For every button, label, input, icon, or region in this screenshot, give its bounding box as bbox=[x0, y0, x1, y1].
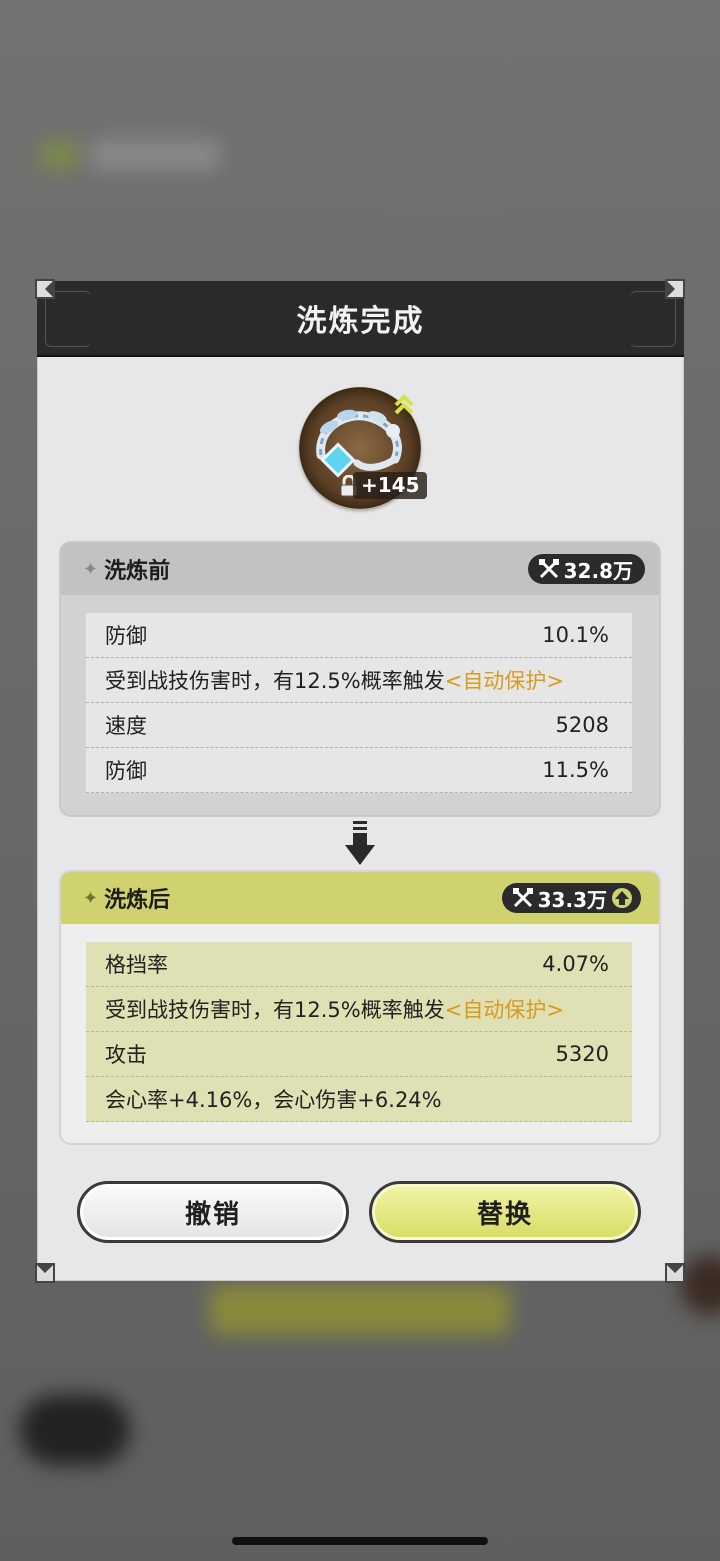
attribute-label: 受到战技伤害时，有12.5%概率触发 bbox=[105, 669, 445, 693]
attribute-row: 受到战技伤害时，有12.5%概率触发<自动保护> bbox=[86, 658, 632, 703]
attribute-value: 5320 bbox=[555, 1042, 609, 1066]
dialog-header: 洗炼完成 bbox=[37, 281, 684, 357]
bg-blur bbox=[20, 1395, 130, 1465]
attribute-row: 格挡率 4.07% bbox=[86, 942, 632, 987]
attribute-value: 10.1% bbox=[542, 623, 609, 647]
auto-protect-link[interactable]: <自动保护> bbox=[445, 998, 564, 1022]
power-value: 33.3万 bbox=[537, 887, 607, 912]
sparkle-icon: ✦ bbox=[83, 887, 99, 909]
attribute-label: 会心率+4.16%，会心伤害+6.24% bbox=[105, 1088, 442, 1112]
panel-title: 洗炼后 bbox=[104, 888, 171, 913]
upgrade-arrow-icon bbox=[393, 393, 415, 417]
panel-header: ✦ 洗炼前 32.8万 bbox=[61, 543, 659, 595]
attribute-label: 格挡率 bbox=[105, 953, 168, 977]
corner-ornament-icon bbox=[664, 278, 686, 300]
sparkle-icon: ✦ bbox=[83, 558, 99, 580]
attribute-row: 会心率+4.16%，会心伤害+6.24% bbox=[86, 1077, 632, 1122]
refine-result-dialog: 洗炼完成 +145 ✦ 洗炼前 32.8万 防御 10.1% 受到战技伤害时，有… bbox=[37, 281, 684, 1281]
bg-blur bbox=[680, 1255, 720, 1315]
attribute-label: 攻击 bbox=[105, 1043, 147, 1067]
after-refine-panel: ✦ 洗炼后 33.3万 格挡率 4.07% 受到战技伤害时，有12.5%概率触发… bbox=[61, 872, 659, 1143]
auto-protect-link[interactable]: <自动保护> bbox=[445, 669, 564, 693]
attribute-value: 5208 bbox=[555, 713, 609, 737]
power-value: 32.8万 bbox=[563, 558, 633, 583]
attribute-row: 速度 5208 bbox=[86, 703, 632, 748]
dialog-title: 洗炼完成 bbox=[296, 304, 425, 339]
corner-ornament-icon bbox=[34, 1262, 56, 1284]
panel-title: 洗炼前 bbox=[104, 559, 171, 584]
power-badge: 33.3万 bbox=[501, 883, 641, 913]
attribute-value: 4.07% bbox=[542, 952, 609, 976]
attribute-list: 防御 10.1% 受到战技伤害时，有12.5%概率触发<自动保护> 速度 520… bbox=[86, 613, 632, 793]
crossed-weapons-icon bbox=[512, 888, 533, 908]
before-refine-panel: ✦ 洗炼前 32.8万 防御 10.1% 受到战技伤害时，有12.5%概率触发<… bbox=[61, 543, 659, 815]
attribute-value: 11.5% bbox=[542, 758, 609, 782]
replace-button[interactable]: 替换 bbox=[369, 1181, 641, 1243]
corner-ornament-icon bbox=[664, 1262, 686, 1284]
down-arrow-icon bbox=[344, 821, 376, 867]
attribute-label: 防御 bbox=[105, 624, 147, 648]
attribute-row: 防御 10.1% bbox=[86, 613, 632, 658]
item-level-badge: +145 bbox=[353, 472, 427, 499]
home-indicator[interactable] bbox=[232, 1537, 488, 1545]
attribute-row: 防御 11.5% bbox=[86, 748, 632, 793]
attribute-label: 防御 bbox=[105, 759, 147, 783]
bg-blur bbox=[210, 1285, 510, 1335]
panel-header: ✦ 洗炼后 33.3万 bbox=[61, 872, 659, 924]
crossed-weapons-icon bbox=[538, 559, 559, 579]
power-increase-icon bbox=[612, 888, 632, 908]
attribute-label: 速度 bbox=[105, 714, 147, 738]
attribute-row: 受到战技伤害时，有12.5%概率触发<自动保护> bbox=[86, 987, 632, 1032]
power-badge: 32.8万 bbox=[527, 554, 645, 584]
cancel-button[interactable]: 撤销 bbox=[77, 1181, 349, 1243]
bg-blur bbox=[90, 140, 220, 170]
attribute-row: 攻击 5320 bbox=[86, 1032, 632, 1077]
attribute-list: 格挡率 4.07% 受到战技伤害时，有12.5%概率触发<自动保护> 攻击 53… bbox=[86, 942, 632, 1122]
bg-blur bbox=[40, 140, 80, 170]
attribute-label: 受到战技伤害时，有12.5%概率触发 bbox=[105, 998, 445, 1022]
corner-ornament-icon bbox=[34, 278, 56, 300]
